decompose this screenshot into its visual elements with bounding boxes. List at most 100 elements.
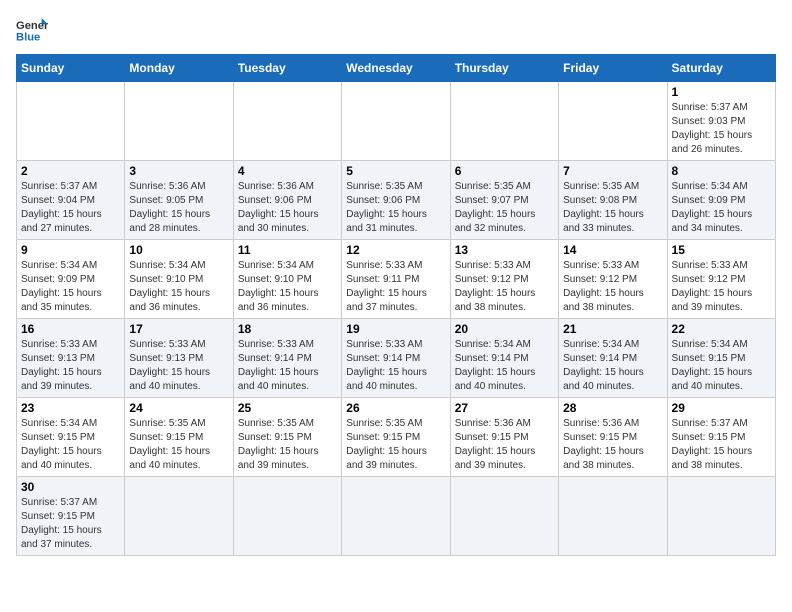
day-cell: 10 Sunrise: 5:34 AM Sunset: 9:10 PM Dayli… xyxy=(125,240,233,319)
day-cell: 26 Sunrise: 5:35 AM Sunset: 9:15 PM Dayli… xyxy=(342,398,450,477)
day-cell: 5 Sunrise: 5:35 AM Sunset: 9:06 PM Daylig… xyxy=(342,161,450,240)
day-info: Sunrise: 5:33 AM Sunset: 9:13 PM Dayligh… xyxy=(129,338,228,394)
calendar-body: 1Sunrise: 5:37 AM Sunset: 9:03 PM Daylig… xyxy=(17,82,776,556)
day-cell xyxy=(450,477,558,556)
day-info: Sunrise: 5:36 AM Sunset: 9:15 PM Dayligh… xyxy=(563,417,662,473)
day-info: Sunrise: 5:34 AM Sunset: 9:10 PM Dayligh… xyxy=(238,259,337,315)
day-cell xyxy=(125,82,233,161)
day-info: Sunrise: 5:35 AM Sunset: 9:15 PM Dayligh… xyxy=(346,417,445,473)
day-cell: 21Sunrise: 5:34 AM Sunset: 9:14 PM Dayli… xyxy=(559,319,667,398)
day-info: Sunrise: 5:37 AM Sunset: 9:15 PM Dayligh… xyxy=(672,417,771,473)
day-number: 30 xyxy=(21,480,120,494)
day-info: Sunrise: 5:36 AM Sunset: 9:06 PM Dayligh… xyxy=(238,180,337,236)
day-cell: 16 Sunrise: 5:33 AM Sunset: 9:13 PM Dayli… xyxy=(17,319,125,398)
calendar-table: SundayMondayTuesdayWednesdayThursdayFrid… xyxy=(16,54,776,556)
day-cell xyxy=(125,477,233,556)
week-row-1: 2Sunrise: 5:37 AM Sunset: 9:04 PM Daylig… xyxy=(17,161,776,240)
day-number: 15 xyxy=(672,243,771,257)
day-info: Sunrise: 5:34 AM Sunset: 9:14 PM Dayligh… xyxy=(563,338,662,394)
col-header-sunday: Sunday xyxy=(17,55,125,82)
day-number: 13 xyxy=(455,243,554,257)
day-cell: 4 Sunrise: 5:36 AM Sunset: 9:06 PM Daylig… xyxy=(233,161,341,240)
day-info: Sunrise: 5:37 AM Sunset: 9:15 PM Dayligh… xyxy=(21,496,120,552)
day-cell xyxy=(17,82,125,161)
day-info: Sunrise: 5:34 AM Sunset: 9:15 PM Dayligh… xyxy=(21,417,120,473)
day-cell: 3Sunrise: 5:36 AM Sunset: 9:05 PM Daylig… xyxy=(125,161,233,240)
col-header-thursday: Thursday xyxy=(450,55,558,82)
day-info: Sunrise: 5:35 AM Sunset: 9:07 PM Dayligh… xyxy=(455,180,554,236)
week-row-2: 9 Sunrise: 5:34 AM Sunset: 9:09 PM Daylig… xyxy=(17,240,776,319)
day-number: 6 xyxy=(455,164,554,178)
day-cell: 6 Sunrise: 5:35 AM Sunset: 9:07 PM Daylig… xyxy=(450,161,558,240)
logo: General Blue xyxy=(16,16,52,44)
day-number: 10 xyxy=(129,243,228,257)
day-info: Sunrise: 5:35 AM Sunset: 9:08 PM Dayligh… xyxy=(563,180,662,236)
day-cell xyxy=(559,82,667,161)
day-cell: 29 Sunrise: 5:37 AM Sunset: 9:15 PM Dayli… xyxy=(667,398,775,477)
day-cell: 25 Sunrise: 5:35 AM Sunset: 9:15 PM Dayli… xyxy=(233,398,341,477)
day-info: Sunrise: 5:33 AM Sunset: 9:12 PM Dayligh… xyxy=(563,259,662,315)
day-number: 18 xyxy=(238,322,337,336)
day-cell: 7 Sunrise: 5:35 AM Sunset: 9:08 PM Daylig… xyxy=(559,161,667,240)
day-number: 25 xyxy=(238,401,337,415)
week-row-4: 23 Sunrise: 5:34 AM Sunset: 9:15 PM Dayli… xyxy=(17,398,776,477)
day-number: 9 xyxy=(21,243,120,257)
day-cell xyxy=(342,477,450,556)
day-number: 20 xyxy=(455,322,554,336)
col-header-wednesday: Wednesday xyxy=(342,55,450,82)
day-info: Sunrise: 5:34 AM Sunset: 9:09 PM Dayligh… xyxy=(21,259,120,315)
day-number: 26 xyxy=(346,401,445,415)
day-info: Sunrise: 5:33 AM Sunset: 9:11 PM Dayligh… xyxy=(346,259,445,315)
day-info: Sunrise: 5:36 AM Sunset: 9:15 PM Dayligh… xyxy=(455,417,554,473)
day-info: Sunrise: 5:34 AM Sunset: 9:10 PM Dayligh… xyxy=(129,259,228,315)
day-number: 16 xyxy=(21,322,120,336)
day-cell: 2Sunrise: 5:37 AM Sunset: 9:04 PM Daylig… xyxy=(17,161,125,240)
day-info: Sunrise: 5:34 AM Sunset: 9:14 PM Dayligh… xyxy=(455,338,554,394)
col-header-saturday: Saturday xyxy=(667,55,775,82)
day-cell: 22Sunrise: 5:34 AM Sunset: 9:15 PM Dayli… xyxy=(667,319,775,398)
day-number: 7 xyxy=(563,164,662,178)
day-number: 8 xyxy=(672,164,771,178)
day-cell xyxy=(667,477,775,556)
day-info: Sunrise: 5:33 AM Sunset: 9:14 PM Dayligh… xyxy=(346,338,445,394)
day-cell xyxy=(233,477,341,556)
day-cell: 14 Sunrise: 5:33 AM Sunset: 9:12 PM Dayli… xyxy=(559,240,667,319)
day-info: Sunrise: 5:33 AM Sunset: 9:12 PM Dayligh… xyxy=(455,259,554,315)
day-cell: 15Sunrise: 5:33 AM Sunset: 9:12 PM Dayli… xyxy=(667,240,775,319)
day-number: 11 xyxy=(238,243,337,257)
day-info: Sunrise: 5:33 AM Sunset: 9:14 PM Dayligh… xyxy=(238,338,337,394)
day-number: 4 xyxy=(238,164,337,178)
day-cell: 19Sunrise: 5:33 AM Sunset: 9:14 PM Dayli… xyxy=(342,319,450,398)
col-header-friday: Friday xyxy=(559,55,667,82)
generalblue-logo-icon: General Blue xyxy=(16,16,48,44)
day-info: Sunrise: 5:35 AM Sunset: 9:06 PM Dayligh… xyxy=(346,180,445,236)
day-cell: 18 Sunrise: 5:33 AM Sunset: 9:14 PM Dayli… xyxy=(233,319,341,398)
day-cell: 8Sunrise: 5:34 AM Sunset: 9:09 PM Daylig… xyxy=(667,161,775,240)
day-cell: 28Sunrise: 5:36 AM Sunset: 9:15 PM Dayli… xyxy=(559,398,667,477)
day-info: Sunrise: 5:37 AM Sunset: 9:03 PM Dayligh… xyxy=(672,101,771,157)
day-cell: 13 Sunrise: 5:33 AM Sunset: 9:12 PM Dayli… xyxy=(450,240,558,319)
day-cell xyxy=(233,82,341,161)
day-number: 3 xyxy=(129,164,228,178)
day-cell: 9 Sunrise: 5:34 AM Sunset: 9:09 PM Daylig… xyxy=(17,240,125,319)
week-row-0: 1Sunrise: 5:37 AM Sunset: 9:03 PM Daylig… xyxy=(17,82,776,161)
day-info: Sunrise: 5:37 AM Sunset: 9:04 PM Dayligh… xyxy=(21,180,120,236)
day-number: 22 xyxy=(672,322,771,336)
day-info: Sunrise: 5:33 AM Sunset: 9:13 PM Dayligh… xyxy=(21,338,120,394)
day-info: Sunrise: 5:35 AM Sunset: 9:15 PM Dayligh… xyxy=(238,417,337,473)
day-info: Sunrise: 5:35 AM Sunset: 9:15 PM Dayligh… xyxy=(129,417,228,473)
day-cell xyxy=(450,82,558,161)
day-cell: 23 Sunrise: 5:34 AM Sunset: 9:15 PM Dayli… xyxy=(17,398,125,477)
day-cell: 27Sunrise: 5:36 AM Sunset: 9:15 PM Dayli… xyxy=(450,398,558,477)
day-number: 14 xyxy=(563,243,662,257)
day-cell: 20 Sunrise: 5:34 AM Sunset: 9:14 PM Dayli… xyxy=(450,319,558,398)
day-number: 23 xyxy=(21,401,120,415)
col-header-monday: Monday xyxy=(125,55,233,82)
day-number: 24 xyxy=(129,401,228,415)
day-number: 5 xyxy=(346,164,445,178)
week-row-3: 16 Sunrise: 5:33 AM Sunset: 9:13 PM Dayli… xyxy=(17,319,776,398)
day-cell: 24 Sunrise: 5:35 AM Sunset: 9:15 PM Dayli… xyxy=(125,398,233,477)
day-cell xyxy=(559,477,667,556)
day-cell: 30 Sunrise: 5:37 AM Sunset: 9:15 PM Dayli… xyxy=(17,477,125,556)
day-number: 29 xyxy=(672,401,771,415)
